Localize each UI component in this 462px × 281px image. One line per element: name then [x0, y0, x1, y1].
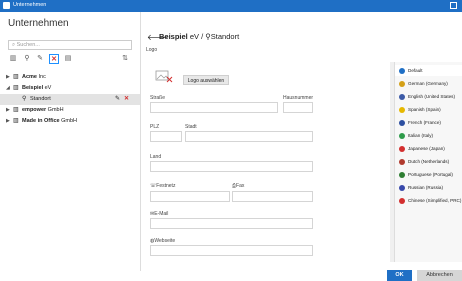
- expand-icon[interactable]: ▶: [6, 116, 11, 127]
- language-item[interactable]: Default: [395, 65, 462, 76]
- tree-node-label: Acme Inc: [22, 74, 46, 80]
- zip-label: PLZ: [150, 124, 160, 130]
- expand-icon[interactable]: ▶: [6, 105, 11, 116]
- language-label: German (Germany): [408, 81, 448, 86]
- language-item[interactable]: Chinese (Simplified, PRC): [395, 195, 462, 206]
- city-input[interactable]: [185, 131, 313, 142]
- cancel-button[interactable]: Abbrechen: [417, 270, 462, 281]
- language-label: English (United States): [408, 94, 455, 99]
- panel-heading: Unternehmen: [8, 18, 69, 29]
- language-label: Dutch (Netherlands): [408, 159, 450, 164]
- language-list: Default German (Germany) English (United S…: [394, 62, 462, 262]
- image-placeholder-icon: [155, 69, 173, 83]
- flag-icon: [399, 133, 405, 139]
- language-item[interactable]: English (United States): [395, 91, 462, 102]
- location-editor: 🡐 Beispiel eV / ⚲Standort Logo Logo ausw…: [141, 12, 462, 281]
- tree-node-label: empower GmbH: [22, 107, 64, 113]
- flag-icon: [399, 107, 405, 113]
- country-input[interactable]: [150, 161, 313, 172]
- phone-input[interactable]: [150, 191, 230, 202]
- website-label: ◍Webseite: [150, 238, 176, 244]
- window-title: Unternehmen: [13, 2, 47, 8]
- language-item[interactable]: Russian (Russia): [395, 182, 462, 193]
- phone-label: ☏Festnetz: [150, 183, 176, 189]
- building-icon: ▥: [13, 74, 19, 80]
- window-titlebar: Unternehmen: [0, 0, 462, 12]
- search-placeholder: Suchen...: [16, 42, 40, 48]
- tree-node-label: Made in Office GmbH: [22, 118, 78, 124]
- location-pin-icon: ⚲: [22, 96, 27, 102]
- flag-icon: [399, 94, 405, 100]
- flag-icon: [399, 185, 405, 191]
- tree-node-standort[interactable]: ⚲ Standort ✎ ✕: [0, 94, 140, 105]
- tree-node-made-in-office[interactable]: ▶ ▥ Made in Office GmbH: [0, 116, 140, 127]
- language-item[interactable]: German (Germany): [395, 78, 462, 89]
- add-company-icon[interactable]: ▥: [8, 54, 18, 64]
- delete-icon[interactable]: ✕: [124, 94, 129, 105]
- maximize-button[interactable]: [450, 2, 457, 9]
- logo-label: Logo: [146, 47, 158, 53]
- language-item[interactable]: Spanish (Spain): [395, 104, 462, 115]
- globe-icon: [399, 68, 405, 74]
- tree-node-empower[interactable]: ▶ ▥ empower GmbH: [0, 105, 140, 116]
- flag-icon: [399, 120, 405, 126]
- building-icon: ▥: [13, 118, 19, 124]
- fax-label: ⎙Fax: [232, 183, 245, 189]
- email-input[interactable]: [150, 218, 313, 229]
- delete-icon[interactable]: ✕: [49, 54, 59, 64]
- language-label: Default: [408, 68, 423, 73]
- language-item[interactable]: French (France): [395, 117, 462, 128]
- language-item[interactable]: Dutch (Netherlands): [395, 156, 462, 167]
- website-input[interactable]: [150, 245, 313, 256]
- tree-node-label: Beispiel eV: [22, 85, 52, 91]
- country-label: Land: [150, 154, 162, 160]
- fax-input[interactable]: [232, 191, 313, 202]
- language-label: Italian (Italy): [408, 133, 434, 138]
- flag-icon: [399, 159, 405, 165]
- language-label: Russian (Russia): [408, 185, 443, 190]
- breadcrumb: Beispiel eV / ⚲Standort: [159, 32, 240, 41]
- company-panel: Unternehmen ⌕ Suchen... ▥ ⚲ ✎ ✕ ▤ ⇅ ▶ ▥ …: [0, 12, 141, 271]
- language-label: Portuguese (Portugal): [408, 172, 453, 177]
- street-input[interactable]: [150, 102, 278, 113]
- language-label: Japanese (Japan): [408, 146, 445, 151]
- tree-node-beispiel[interactable]: ◢ ▥ Beispiel eV: [0, 83, 140, 94]
- tree-node-label: Standort: [30, 96, 51, 102]
- language-label: Spanish (Spain): [408, 107, 441, 112]
- flag-icon: [399, 172, 405, 178]
- collapse-icon[interactable]: ◢: [6, 83, 11, 94]
- email-label: ✉E-Mail: [150, 211, 169, 217]
- search-input[interactable]: ⌕ Suchen...: [8, 40, 132, 50]
- house-number-input[interactable]: [283, 102, 313, 113]
- language-item[interactable]: Italian (Italy): [395, 130, 462, 141]
- app-icon: [3, 2, 10, 9]
- language-label: Chinese (Simplified, PRC): [408, 198, 462, 203]
- street-label: Straße: [150, 95, 166, 101]
- building-icon[interactable]: ▤: [63, 54, 73, 64]
- building-icon: ▥: [13, 85, 19, 91]
- language-item[interactable]: Portuguese (Portugal): [395, 169, 462, 180]
- edit-icon[interactable]: ✎: [35, 54, 45, 64]
- flag-icon: [399, 146, 405, 152]
- tree-node-acme[interactable]: ▶ ▥ Acme Inc: [0, 72, 140, 83]
- house-number-label: Hausnummer: [283, 95, 314, 101]
- add-location-icon[interactable]: ⚲: [22, 54, 32, 64]
- flag-icon: [399, 81, 405, 87]
- sort-icon[interactable]: ⇅: [120, 54, 130, 64]
- building-icon: ▥: [13, 107, 19, 113]
- flag-icon: [399, 198, 405, 204]
- ok-button[interactable]: OK: [387, 270, 412, 281]
- expand-icon[interactable]: ▶: [6, 72, 11, 83]
- language-label: French (France): [408, 120, 441, 125]
- zip-input[interactable]: [150, 131, 182, 142]
- choose-logo-button[interactable]: Logo auswählen: [183, 75, 229, 85]
- edit-icon[interactable]: ✎: [115, 94, 120, 105]
- language-item[interactable]: Japanese (Japan): [395, 143, 462, 154]
- city-label: Stadt: [185, 124, 197, 130]
